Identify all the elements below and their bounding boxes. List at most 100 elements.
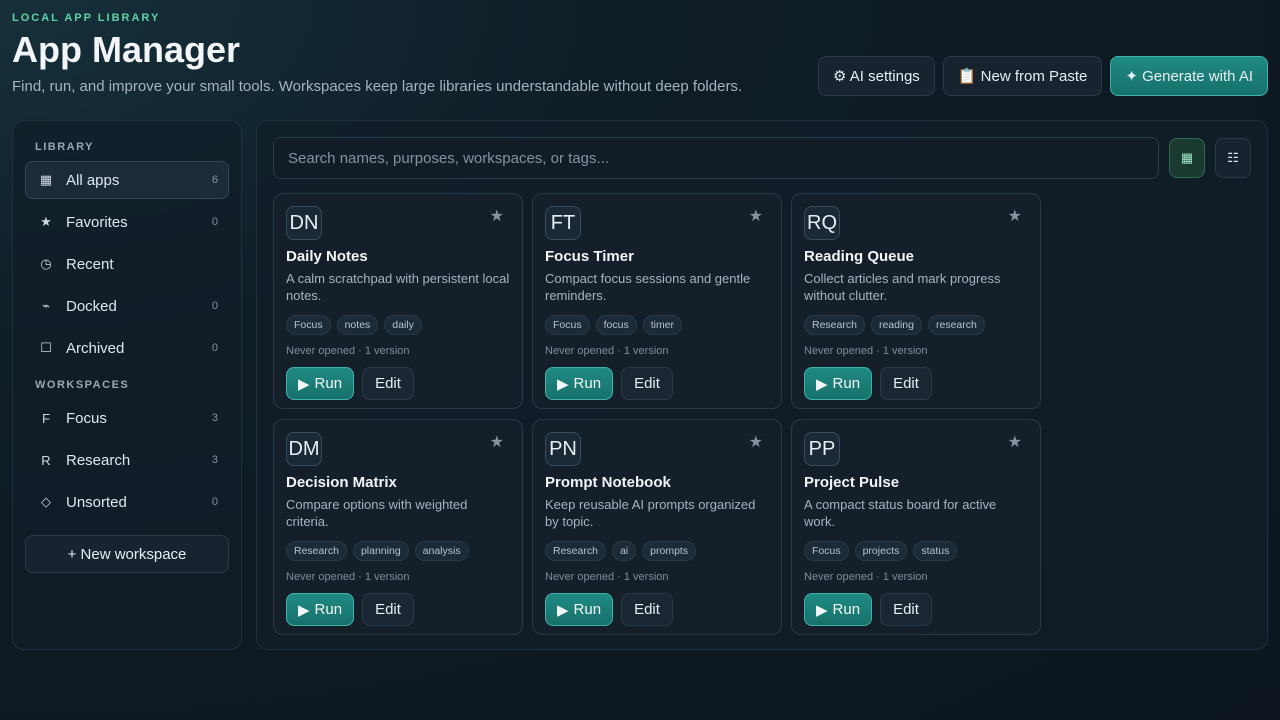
nav-item-count: 0 <box>211 342 218 354</box>
run-label: Run <box>832 375 861 392</box>
tag-badge[interactable]: Focus <box>804 541 849 561</box>
app-tags: Research planning analysis <box>286 541 510 561</box>
edit-button[interactable]: Edit <box>621 593 673 626</box>
tag-badge[interactable]: timer <box>642 315 683 335</box>
tag-badge[interactable]: daily <box>384 315 422 335</box>
nav-item-label: Research <box>66 451 131 469</box>
app-avatar: FT <box>545 206 581 240</box>
app-title: Focus Timer <box>545 248 634 265</box>
card-actions: ▶ Run Edit <box>804 593 1028 626</box>
nav-item-label: Recent <box>66 255 114 273</box>
tag-badge[interactable]: Research <box>804 315 865 335</box>
generate-with-ai-button[interactable]: ✦ Generate with AI <box>1110 56 1268 96</box>
app-tags: Focus notes daily <box>286 315 510 335</box>
all-apps-icon: ▦ <box>39 172 53 187</box>
run-button[interactable]: ▶ Run <box>804 593 873 626</box>
new-workspace-button[interactable]: + New workspace <box>25 535 229 573</box>
favorites-icon: ★ <box>40 214 52 229</box>
edit-button[interactable]: Edit <box>362 593 414 626</box>
tag-badge[interactable]: status <box>913 541 958 561</box>
tag-badge[interactable]: prompts <box>642 541 697 561</box>
grid-view-button[interactable]: ▦ <box>1169 138 1205 178</box>
app-meta: Never opened · 1 version <box>804 345 928 357</box>
tag-badge[interactable]: Focus <box>545 315 590 335</box>
play-icon: ▶ <box>298 601 310 619</box>
workspace-item-focus[interactable]: F Focus 3 <box>25 399 229 437</box>
sidebar-item-recent[interactable]: ◷ Recent <box>25 245 229 283</box>
tag-badge[interactable]: reading <box>870 315 922 335</box>
run-button[interactable]: ▶ Run <box>804 367 873 400</box>
app-meta: Never opened · 1 version <box>545 571 669 583</box>
star-icon[interactable]: ★ <box>490 432 504 452</box>
sidebar-item-docked[interactable]: ⌁ Docked 0 <box>25 287 229 325</box>
list-view-button[interactable]: ☷ <box>1215 138 1251 178</box>
app-description: A calm scratchpad with persistent local … <box>286 271 510 303</box>
app-avatar: RQ <box>804 206 840 240</box>
tag-badge[interactable]: notes <box>336 315 379 335</box>
run-label: Run <box>573 375 602 392</box>
sidebar-item-all-apps[interactable]: ▦ All apps 6 <box>25 161 229 199</box>
run-button[interactable]: ▶ Run <box>286 367 355 400</box>
card-actions: ▶ Run Edit <box>545 367 769 400</box>
tag-badge[interactable]: analysis <box>414 541 469 561</box>
star-icon[interactable]: ★ <box>1008 432 1022 452</box>
card-actions: ▶ Run Edit <box>804 367 1028 400</box>
app-description: Keep reusable AI prompts organized by to… <box>545 497 756 529</box>
unsorted-icon: ◇ <box>41 494 51 509</box>
star-icon[interactable]: ★ <box>749 432 763 452</box>
app-avatar: PN <box>545 432 581 466</box>
play-icon: ▶ <box>298 375 310 393</box>
edit-button[interactable]: Edit <box>621 367 673 400</box>
app-tags: Research reading research <box>804 315 1028 335</box>
app-tags: Focus projects status <box>804 541 1028 561</box>
play-icon: ▶ <box>557 601 569 619</box>
tag-badge[interactable]: planning <box>352 541 409 561</box>
sidebar-item-archived[interactable]: ☐ Archived 0 <box>25 329 229 367</box>
run-button[interactable]: ▶ Run <box>545 367 614 400</box>
app-title: Decision Matrix <box>286 474 397 491</box>
run-button[interactable]: ▶ Run <box>286 593 355 626</box>
tag-badge[interactable]: Research <box>286 541 347 561</box>
tag-badge[interactable]: Focus <box>286 315 331 335</box>
app-card: RQ ★ Reading Queue Collect articles and mar… <box>791 193 1041 409</box>
workspace-item-research[interactable]: R Research 3 <box>25 441 229 479</box>
play-icon: ▶ <box>557 375 569 393</box>
star-icon[interactable]: ★ <box>1008 206 1022 226</box>
star-icon[interactable]: ★ <box>490 206 504 226</box>
tag-badge[interactable]: Research <box>545 541 606 561</box>
tag-badge[interactable]: research <box>927 315 985 335</box>
research-icon: R <box>41 452 51 468</box>
edit-button[interactable]: Edit <box>362 367 414 400</box>
app-description: Compare options with weighted criteria. <box>286 497 468 529</box>
tag-badge[interactable]: focus <box>595 315 637 335</box>
tag-badge[interactable]: projects <box>854 541 908 561</box>
page-title: App Manager <box>12 29 241 70</box>
app-meta: Never opened · 1 version <box>545 345 669 357</box>
tag-badge[interactable]: ai <box>611 541 637 561</box>
app-card: PP ★ Project Pulse A compact status board f… <box>791 419 1041 635</box>
nav-item-count: 3 <box>211 412 218 424</box>
edit-button[interactable]: Edit <box>880 593 932 626</box>
page-header: LOCAL APP LIBRARY App Manager Find, run,… <box>12 12 742 95</box>
star-icon[interactable]: ★ <box>749 206 763 226</box>
app-tags: Research ai prompts <box>545 541 769 561</box>
app-grid: DN ★ Daily Notes A calm scratchpad with per… <box>273 193 1251 635</box>
ai-settings-button[interactable]: ⚙ AI settings <box>817 56 935 96</box>
app-card: PN ★ Prompt Notebook Keep reusable AI promp… <box>532 419 782 635</box>
main-panel: ▦ ☷ DN ★ Daily Notes A calm scratchpad with… <box>256 120 1268 650</box>
recent-icon: ◷ <box>40 256 52 271</box>
workspace-item-unsorted[interactable]: ◇ Unsorted 0 <box>25 483 229 521</box>
play-icon: ▶ <box>816 375 828 393</box>
page-subtitle: Find, run, and improve your small tools.… <box>12 77 743 95</box>
run-button[interactable]: ▶ Run <box>545 593 614 626</box>
sidebar-item-favorites[interactable]: ★ Favorites 0 <box>25 203 229 241</box>
app-meta: Never opened · 1 version <box>804 571 928 583</box>
play-icon: ▶ <box>816 601 828 619</box>
app-title: Daily Notes <box>286 248 368 265</box>
new-from-paste-button[interactable]: 📋 New from Paste <box>942 56 1103 96</box>
edit-button[interactable]: Edit <box>880 367 932 400</box>
search-input[interactable] <box>273 137 1159 179</box>
run-label: Run <box>832 601 861 618</box>
app-card: DM ★ Decision Matrix Compare options with w… <box>273 419 523 635</box>
card-actions: ▶ Run Edit <box>286 593 510 626</box>
